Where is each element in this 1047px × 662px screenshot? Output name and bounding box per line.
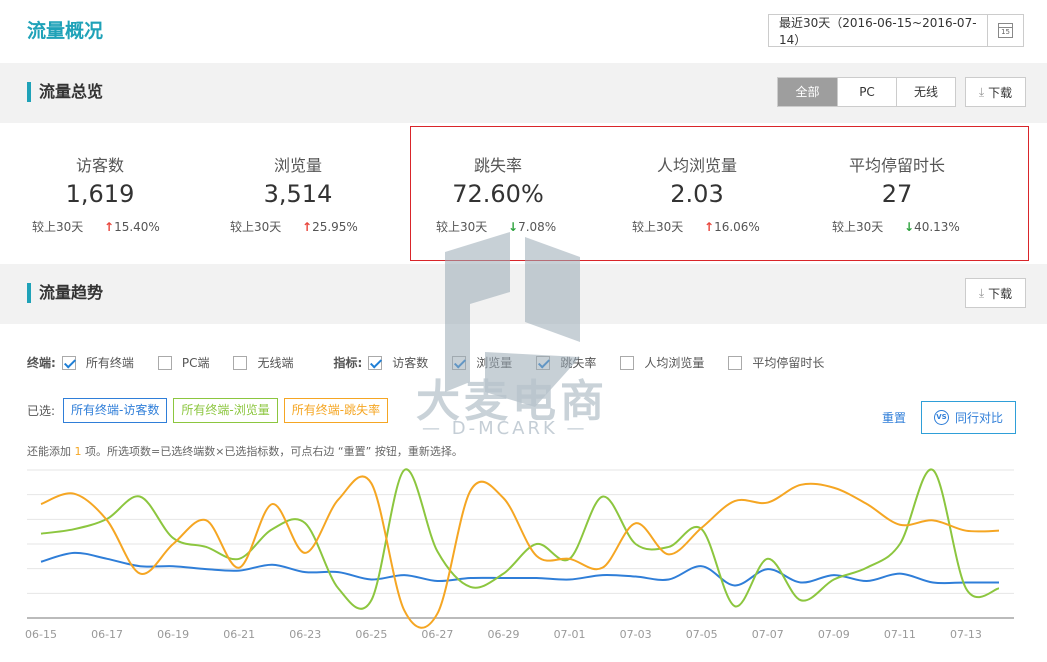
metric-label: 浏览量 [273, 156, 322, 175]
selected-tag-pageviews[interactable]: 所有终端-浏览量 [173, 398, 278, 423]
checkbox-box[interactable] [368, 355, 383, 370]
compare-prefix: 较上30天 [32, 220, 84, 234]
checkbox-box[interactable] [61, 355, 76, 370]
date-range-picker[interactable]: 最近30天（2016-06-15~2016-07-14） 15 [768, 14, 1024, 47]
trend-chart-svg: 06-15 06-17 06-19 06-21 06-23 06-25 06-27 06-29… [25, 468, 1014, 641]
metric-comparison: 较上30天 ↑15.40% [32, 218, 160, 235]
series-line-1 [40, 468, 1000, 610]
metric-label: 访客数 [75, 156, 124, 175]
terminal-segment-group: 全部 PC 无线 [777, 77, 956, 107]
reset-link[interactable]: 重置 [882, 409, 906, 426]
arrow-up-icon: ↑ [302, 220, 313, 234]
download-icon: ⤓ [978, 84, 985, 99]
highlight-annotation-box [410, 126, 1029, 261]
metric-change: 15.40% [114, 220, 160, 234]
checkbox-box[interactable] [620, 355, 635, 370]
selected-tag-bounce[interactable]: 所有终端-跳失率 [283, 398, 389, 423]
calendar-button[interactable]: 15 [987, 15, 1023, 46]
checkbox-label[interactable]: 无线端 [257, 354, 293, 371]
hint-count: 1 [74, 445, 82, 458]
terminal-label: 终端: [27, 356, 56, 370]
calendar-icon[interactable]: 15 [998, 23, 1014, 38]
metric-value: 1,619 [65, 180, 135, 208]
page-title: 流量概况 [27, 20, 104, 42]
hint-after: 项。所选项数=已选终端数×已选指标数，可点右边 “重置” 按钮，重新选择。 [81, 445, 463, 458]
trend-section-title: 流量趋势 [27, 283, 103, 303]
metric-visitors: 访客数 1,619 较上30天 ↑15.40% [0, 124, 200, 264]
vs-icon: VS [933, 410, 949, 425]
selected-tag-visitors[interactable]: 所有终端-访客数 [63, 398, 168, 423]
x-tick-label: 06-21 [223, 628, 255, 641]
checkbox-box[interactable] [157, 355, 172, 370]
x-tick-label: 07-05 [686, 628, 718, 641]
download-icon: ⤓ [978, 285, 985, 300]
indicator-label: 指标: [333, 356, 363, 370]
x-tick-label: 06-29 [487, 628, 519, 641]
metric-value: 3,514 [263, 180, 333, 208]
segment-all[interactable]: 全部 [778, 78, 837, 106]
x-tick-label: 06-15 [25, 628, 57, 641]
page-header: 流量概况 最近30天（2016-06-15~2016-07-14） 15 [0, 0, 1047, 62]
trend-chart: 06-15 06-17 06-19 06-21 06-23 06-25 06-27 06-29… [0, 462, 1047, 662]
hint-before: 还能添加 [27, 445, 75, 458]
x-tick-label: 07-13 [950, 628, 982, 641]
peer-compare-button[interactable]: VS 同行对比 [921, 401, 1016, 434]
watermark-sub: — D-MCARK — [422, 418, 588, 439]
download-label: 下载 [988, 85, 1013, 100]
traffic-overview-page: 流量概况 最近30天（2016-06-15~2016-07-14） 15 流量总… [0, 0, 1047, 662]
trend-section-bar: 流量趋势 ⤓ 下载 [0, 264, 1047, 324]
metric-change: 25.95% [312, 220, 358, 234]
x-tick-label: 07-03 [620, 628, 652, 641]
download-label: 下载 [988, 286, 1013, 301]
checkbox-pc[interactable]: PC端 [157, 354, 210, 371]
overview-section-bar: 流量总览 全部 PC 无线 ⤓ 下载 [0, 63, 1047, 123]
x-tick-label: 06-27 [421, 628, 453, 641]
metric-pageviews: 浏览量 3,514 较上30天 ↑25.95% [198, 124, 398, 264]
checkbox-box[interactable] [233, 355, 248, 370]
overview-download-button[interactable]: ⤓ 下载 [965, 77, 1026, 107]
x-tick-label: 07-11 [884, 628, 916, 641]
checkbox-avg-stay-time[interactable]: 平均停留时长 [728, 354, 824, 371]
arrow-up-icon: ↑ [104, 220, 115, 234]
selection-hint: 还能添加 1 项。所选项数=已选终端数×已选指标数，可点右边 “重置” 按钮，重… [27, 443, 463, 459]
x-tick-label: 06-19 [157, 628, 189, 641]
checkbox-label[interactable]: 所有终端 [86, 354, 134, 371]
compare-prefix: 较上30天 [230, 220, 282, 234]
x-tick-label: 07-07 [752, 628, 784, 641]
checkbox-label[interactable]: 平均停留时长 [752, 354, 824, 371]
x-tick-label: 06-25 [355, 628, 387, 641]
series-line-2 [40, 475, 1000, 629]
x-tick-label: 06-17 [91, 628, 123, 641]
checkbox-avg-pageviews[interactable]: 人均浏览量 [620, 354, 704, 371]
checkbox-label[interactable]: PC端 [182, 354, 210, 371]
metric-comparison: 较上30天 ↑25.95% [230, 218, 358, 235]
x-tick-label: 07-09 [818, 628, 850, 641]
x-tick-label: 06-23 [289, 628, 321, 641]
selected-label: 已选: [27, 404, 56, 418]
checkbox-label[interactable]: 人均浏览量 [644, 354, 704, 371]
x-tick-label: 07-01 [554, 628, 586, 641]
checkbox-box[interactable] [728, 355, 743, 370]
segment-wireless[interactable]: 无线 [896, 78, 955, 106]
trend-download-button[interactable]: ⤓ 下载 [965, 278, 1026, 308]
overview-section-title: 流量总览 [27, 82, 103, 102]
checkbox-wireless[interactable]: 无线端 [233, 354, 293, 371]
checkbox-all-terminals[interactable]: 所有终端 [61, 354, 134, 371]
selected-tags-row: 已选: 所有终端-访客数 所有终端-浏览量 所有终端-跳失率 [27, 398, 394, 423]
segment-pc[interactable]: PC [837, 78, 896, 106]
date-range-text[interactable]: 最近30天（2016-06-15~2016-07-14） [769, 14, 987, 48]
peer-compare-label: 同行对比 [954, 411, 1003, 425]
